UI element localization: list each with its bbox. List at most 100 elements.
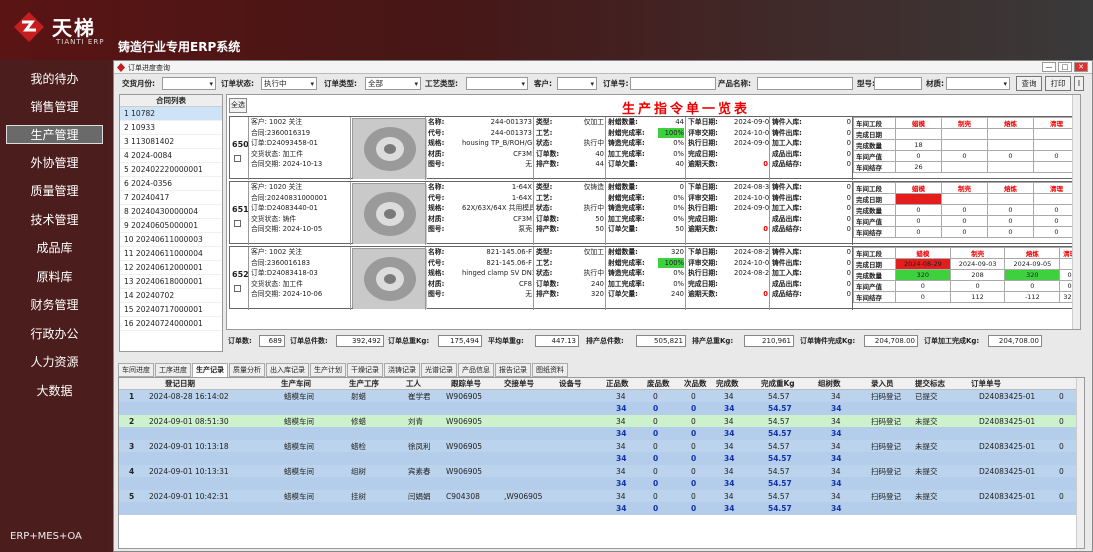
workshop-cell: 完成数量 (853, 269, 896, 281)
maximize-button[interactable]: □ (1058, 62, 1072, 72)
customer-select[interactable] (557, 77, 597, 90)
detail-value: 2024-09-05 (734, 139, 769, 147)
order-type-select[interactable]: 全部 (365, 77, 421, 90)
delivery-month-select[interactable] (162, 77, 216, 90)
order-status-select[interactable]: 执行中 (261, 77, 317, 90)
sidebar-item-bigdata[interactable]: 大数据 (6, 382, 103, 401)
tab-2[interactable]: 生产记录 (192, 363, 228, 377)
contract-list-item[interactable]: 10 20240611000003 (120, 233, 222, 247)
sidebar-item-finance[interactable]: 财务管理 (6, 296, 103, 315)
sidebar-item-production[interactable]: 生产管理 (6, 125, 103, 144)
order-checkbox[interactable] (234, 155, 241, 162)
sidebar-item-raw[interactable]: 原料库 (6, 268, 103, 287)
detail-key: 铸件出库: (772, 128, 802, 137)
tab-6[interactable]: 干燥记录 (347, 363, 383, 377)
contract-list-item[interactable]: 12 20240612000001 (120, 261, 222, 275)
product-input[interactable] (757, 77, 853, 90)
workshop-cell: 完成日期 (853, 128, 896, 140)
order-detail-row: 成品结存: 0 (770, 289, 852, 300)
order-no-input[interactable] (630, 77, 716, 90)
sidebar-item-outsourcing[interactable]: 外协管理 (6, 154, 103, 173)
grid-column-header: 废品数 (647, 379, 670, 388)
detail-value: 0 (846, 160, 851, 168)
detail-value: 0 (846, 128, 851, 137)
grid-cell: 射蜡 (351, 392, 366, 401)
table-row[interactable]: 5 2024-09-01 10:42:31 蜡模车间 挂树 闫娟娟 C904308 ,W90… (119, 490, 1084, 515)
workshop-cell: 完成日期 (853, 193, 896, 205)
detail-value: 2024-09-05 (734, 118, 769, 126)
table-row[interactable]: 4 2024-09-01 10:13:31 蜡模车间 组树 宾素春 W906905 34 0 0… (119, 465, 1084, 490)
print-button[interactable]: 打印 (1045, 76, 1071, 91)
contract-list-item[interactable]: 7 20240417 (120, 191, 222, 205)
grid-subtotal: 34 (724, 404, 735, 413)
detail-value: 320 (671, 248, 684, 256)
workshop-table: 车间工段 蜡模 制壳 熔炼 清理 完成日期 2024-08-29 2024-09-03 2024… (852, 247, 1080, 310)
orders-scrollbar[interactable] (1072, 95, 1080, 329)
contract-list-item[interactable]: 1 10782 (120, 107, 222, 121)
grid-scrollbar[interactable] (1076, 378, 1084, 548)
workshop-head: 制壳 (941, 117, 988, 129)
table-row[interactable]: 1 2024-08-28 16:14:02 蜡模车间 射蜡 崔学君 W906905 34 0 0… (119, 390, 1084, 415)
order-detail-row: 代号: 821-145.06-F (426, 258, 533, 269)
contract-list-item[interactable]: 5 202402220000001 (120, 163, 222, 177)
model-label: 型号: (857, 79, 875, 88)
tab-4[interactable]: 出入库记录 (266, 363, 309, 377)
contract-list-item[interactable]: 3 113081402 (120, 135, 222, 149)
contract-list-item[interactable]: 9 20240605000001 (120, 219, 222, 233)
contract-list-item[interactable]: 14 20240702 (120, 289, 222, 303)
tab-5[interactable]: 生产计划 (310, 363, 346, 377)
tab-1[interactable]: 工序进度 (155, 363, 191, 377)
sidebar-item-sales[interactable]: 销售管理 (6, 98, 103, 117)
grid-cell: D24083425-01 (979, 492, 1036, 501)
order-detail-row: 铸件出库: 0 (770, 258, 852, 269)
sidebar-item-tech[interactable]: 技术管理 (6, 211, 103, 230)
workshop-cell: 0 (987, 204, 1034, 216)
order-detail-column: 类型: 仅加工 工艺: 状态: 执行中 订单数: 40 排产数: 44 (533, 117, 605, 180)
sidebar-item-admin[interactable]: 行政办公 (6, 325, 103, 344)
detail-value: 2024-10-06 (734, 258, 769, 267)
order-detail-row: 逾期天数: 0 (686, 224, 769, 235)
order-checkbox[interactable] (234, 220, 241, 227)
table-row[interactable]: 2 2024-09-01 08:51:30 蜡模车间 修蜡 刘青 W906905 34 0 0 3… (119, 415, 1084, 440)
tab-7[interactable]: 浇铸记录 (384, 363, 420, 377)
tab-10[interactable]: 报告记录 (495, 363, 531, 377)
detail-key: 订单数: (536, 279, 560, 288)
tab-8[interactable]: 光谱记录 (421, 363, 457, 377)
order-weight-value: 175,494 (438, 335, 482, 347)
detail-value: 240 (591, 279, 604, 288)
extra-button[interactable]: I (1074, 76, 1084, 91)
tab-9[interactable]: 产品信息 (458, 363, 494, 377)
contract-list-item[interactable]: 8 20240430000004 (120, 205, 222, 219)
tab-3[interactable]: 质量分析 (229, 363, 265, 377)
table-row[interactable]: 3 2024-09-01 10:13:18 蜡模车间 蜡检 徐凤利 W906905 34 0 0… (119, 440, 1084, 465)
detail-value: 50 (595, 214, 604, 223)
select-all-button[interactable]: 全选 (229, 98, 247, 113)
contract-list-item[interactable]: 11 20240611000004 (120, 247, 222, 261)
material-select[interactable] (946, 77, 1010, 90)
sidebar-item-todo[interactable]: 我的待办 (6, 70, 103, 89)
contract-list-item[interactable]: 2 10933 (120, 121, 222, 135)
detail-value: 44 (595, 160, 604, 168)
workshop-cell: 0 (987, 226, 1034, 238)
close-button[interactable]: ✕ (1074, 62, 1088, 72)
tab-11[interactable]: 图纸资料 (532, 363, 568, 377)
minimize-button[interactable]: — (1042, 62, 1056, 72)
order-checkbox[interactable] (234, 285, 241, 292)
detail-key: 状态: (536, 269, 553, 277)
tab-0[interactable]: 车间进度 (118, 363, 154, 377)
sidebar-item-finished[interactable]: 成品库 (6, 239, 103, 258)
contract-list-item[interactable]: 15 20240717000001 (120, 303, 222, 317)
order-status-label: 订单状态: (221, 79, 254, 88)
query-button[interactable]: 查询 (1016, 76, 1042, 91)
detail-key: 射蜡完成率: (608, 258, 645, 267)
detail-value: 244-001373 (490, 118, 532, 126)
process-type-select[interactable] (466, 77, 528, 90)
order-no-label: 订单号: (603, 79, 629, 88)
contract-list-item[interactable]: 6 2024-0356 (120, 177, 222, 191)
model-input[interactable] (874, 77, 922, 90)
contract-list-item[interactable]: 4 2024-0084 (120, 149, 222, 163)
contract-list-item[interactable]: 13 20240618000001 (120, 275, 222, 289)
sidebar-item-hr[interactable]: 人力资源 (6, 353, 103, 372)
sidebar-item-quality[interactable]: 质量管理 (6, 182, 103, 201)
contract-list-item[interactable]: 16 20240724000001 (120, 317, 222, 331)
